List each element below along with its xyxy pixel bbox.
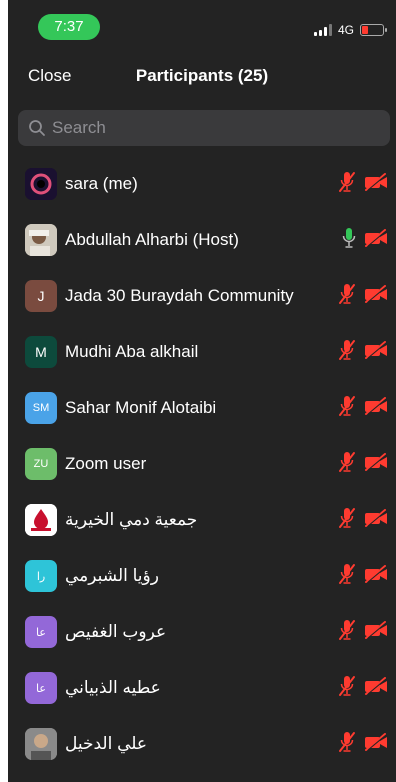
avatar-image	[25, 224, 57, 256]
participant-name: sara (me)	[65, 174, 138, 193]
avatar: عا	[25, 616, 57, 648]
participant-row[interactable]: SM Sahar Monif Alotaibi	[8, 380, 396, 436]
microphone-muted-icon	[338, 731, 356, 758]
participant-name: عروب الغفيص	[65, 622, 167, 641]
participant-status-icons	[338, 283, 388, 310]
video-off-icon	[364, 620, 388, 644]
nav-bar: Close Participants (25)	[8, 56, 396, 96]
search-icon	[29, 120, 45, 136]
status-indicators: 4G	[313, 22, 387, 38]
battery-icon	[360, 24, 387, 36]
video-off-icon	[364, 340, 388, 364]
status-bar: 7:37 4G	[8, 0, 396, 44]
avatar-image	[25, 504, 57, 536]
participant-row[interactable]: جمعية دمي الخيرية	[8, 492, 396, 548]
video-off-icon	[364, 284, 388, 308]
video-off-icon	[364, 676, 388, 700]
participant-row[interactable]: M Mudhi Aba alkhail	[8, 324, 396, 380]
participant-row[interactable]: ZU Zoom user	[8, 436, 396, 492]
avatar	[25, 168, 57, 200]
avatar-image	[25, 728, 57, 760]
search-bar[interactable]	[18, 110, 390, 146]
participant-name: عطيه الذبياني	[65, 678, 161, 697]
microphone-muted-icon	[338, 395, 356, 422]
microphone-muted-icon	[338, 171, 356, 198]
participant-name: علي الدخيل	[65, 734, 148, 753]
participant-name: Mudhi Aba alkhail	[65, 342, 199, 361]
participant-status-icons	[338, 451, 388, 478]
microphone-icon	[342, 227, 356, 254]
participant-status-icons	[338, 675, 388, 702]
participant-row[interactable]: sara (me)	[8, 156, 396, 212]
participant-row[interactable]: عا عروب الغفيص	[8, 604, 396, 660]
participant-status-icons	[338, 507, 388, 534]
participant-name: Zoom user	[65, 454, 147, 473]
participant-name: Abdullah Alharbi (Host)	[65, 230, 239, 249]
participant-status-icons	[338, 563, 388, 590]
avatar: J	[25, 280, 57, 312]
participant-row[interactable]: عا عطيه الذبياني	[8, 660, 396, 716]
avatar: SM	[25, 392, 57, 424]
participant-row[interactable]: Abdullah Alharbi (Host)	[8, 212, 396, 268]
avatar	[25, 224, 57, 256]
avatar-image	[25, 168, 57, 200]
participant-status-icons	[338, 171, 388, 198]
participant-name: جمعية دمي الخيرية	[65, 510, 198, 529]
signal-icon	[313, 24, 332, 36]
avatar: ZU	[25, 448, 57, 480]
microphone-muted-icon	[338, 507, 356, 534]
avatar	[25, 504, 57, 536]
microphone-muted-icon	[338, 339, 356, 366]
video-off-icon	[364, 508, 388, 532]
search-input[interactable]	[46, 110, 390, 146]
participant-status-icons	[338, 619, 388, 646]
avatar: را	[25, 560, 57, 592]
microphone-muted-icon	[338, 283, 356, 310]
avatar: عا	[25, 672, 57, 704]
participant-name: Sahar Monif Alotaibi	[65, 398, 217, 417]
avatar: M	[25, 336, 57, 368]
participant-status-icons	[338, 395, 388, 422]
video-off-icon	[364, 732, 388, 756]
microphone-muted-icon	[338, 563, 356, 590]
participant-row[interactable]: علي الدخيل	[8, 716, 396, 772]
phone-screen: 7:37 4G Close Participants (25) sara (me…	[8, 0, 396, 782]
microphone-muted-icon	[338, 451, 356, 478]
network-type: 4G	[337, 23, 354, 37]
participant-name: Jada 30 Buraydah Community	[65, 286, 294, 305]
video-off-icon	[364, 228, 388, 252]
video-off-icon	[364, 172, 388, 196]
status-time[interactable]: 7:37	[38, 14, 100, 40]
page-title: Participants (25)	[135, 66, 269, 85]
video-off-icon	[364, 396, 388, 420]
microphone-muted-icon	[338, 675, 356, 702]
microphone-muted-icon	[338, 619, 356, 646]
participant-status-icons	[338, 731, 388, 758]
avatar	[25, 728, 57, 760]
participant-status-icons	[338, 339, 388, 366]
participant-status-icons	[342, 227, 388, 254]
participant-list: sara (me) Abdullah Alharbi (Host) J Jada 30…	[8, 156, 396, 772]
participant-name: رؤيا الشبرمي	[65, 566, 159, 585]
video-off-icon	[364, 452, 388, 476]
video-off-icon	[364, 564, 388, 588]
participant-row[interactable]: را رؤيا الشبرمي	[8, 548, 396, 604]
participant-row[interactable]: J Jada 30 Buraydah Community	[8, 268, 396, 324]
